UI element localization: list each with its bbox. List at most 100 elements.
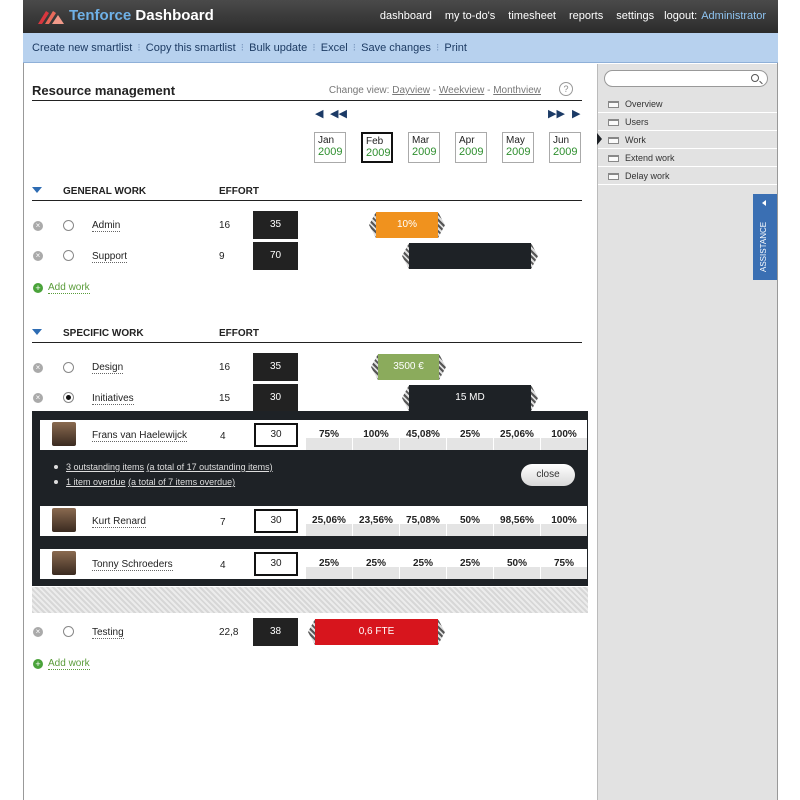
nav-reports[interactable]: reports	[569, 10, 603, 22]
person-row: Frans van Haelewijck 4 30 75% 100% 45,08…	[40, 420, 587, 450]
sidebar-item-delay-work[interactable]: Delay work	[598, 167, 777, 185]
gantt-bar-testing[interactable]: 0,6 FTE	[315, 619, 438, 645]
toolbar-separator: ⁝	[137, 42, 141, 54]
month-percent: 50%	[494, 549, 540, 579]
nav-user[interactable]: Administrator	[701, 10, 766, 22]
remove-icon[interactable]: ×	[33, 221, 43, 231]
row-radio[interactable]	[63, 362, 74, 373]
excel-button[interactable]: Excel	[321, 42, 348, 54]
sidebar-item-label: Overview	[625, 99, 663, 109]
month-feb-selected[interactable]: Feb 2009	[361, 132, 393, 163]
next-month-icon[interactable]: ▶	[572, 107, 580, 120]
work-name-initiatives[interactable]: Initiatives	[92, 393, 134, 405]
person-row: Tonny Schroeders 4 30 25% 25% 25% 25% 50…	[40, 549, 587, 579]
person-name[interactable]: Frans van Haelewijck	[92, 430, 188, 442]
work-name-support[interactable]: Support	[92, 251, 128, 263]
month-percent: 100%	[541, 420, 587, 450]
overdue-items: 1 item overdue (a total of 7 items overd…	[54, 477, 235, 487]
collapse-triangle-icon[interactable]	[32, 187, 42, 193]
outstanding-total: (a total of 17 outstanding items)	[146, 462, 273, 472]
overdue-link[interactable]: 1 item overdue	[66, 477, 126, 487]
gantt-bar-support[interactable]	[409, 243, 531, 269]
nav-timesheet[interactable]: timesheet	[508, 10, 556, 22]
nav-dashboard[interactable]: dashboard	[380, 10, 432, 22]
person-value-input[interactable]: 30	[254, 552, 298, 576]
dayview-link[interactable]: Dayview	[392, 85, 430, 96]
title-divider	[32, 100, 582, 101]
sidebar-item-overview[interactable]: Overview	[598, 95, 777, 113]
page-title: Resource management	[32, 83, 176, 98]
remove-icon[interactable]: ×	[33, 627, 43, 637]
row-effort: 22,8	[219, 627, 239, 638]
month-jun[interactable]: Jun 2009	[549, 132, 581, 163]
bulk-update-button[interactable]: Bulk update	[249, 42, 307, 54]
gantt-bar-admin[interactable]: 10%	[376, 212, 438, 238]
close-button[interactable]: close	[521, 464, 575, 486]
gantt-bar-design[interactable]: 3500 €	[378, 354, 439, 380]
row-radio[interactable]	[63, 220, 74, 231]
monthview-link[interactable]: Monthview	[493, 85, 541, 96]
month-jan[interactable]: Jan 2009	[314, 132, 346, 163]
nav-logout[interactable]: logout:	[664, 10, 697, 22]
sidebar-item-work[interactable]: Work	[598, 131, 777, 149]
row-value[interactable]: 70	[253, 242, 298, 270]
avatar	[52, 551, 76, 575]
person-value-input[interactable]: 30	[254, 509, 298, 533]
nav-my-todos[interactable]: my to-do's	[445, 10, 495, 22]
nav-settings[interactable]: settings	[616, 10, 654, 22]
bullet	[54, 480, 58, 484]
month-mar[interactable]: Mar 2009	[408, 132, 440, 163]
row-value[interactable]: 35	[253, 211, 298, 239]
row-value[interactable]: 38	[253, 618, 298, 646]
search-input[interactable]	[604, 70, 768, 87]
sidebar-item-users[interactable]: Users	[598, 113, 777, 131]
help-icon[interactable]: ?	[559, 82, 573, 96]
copy-smartlist-button[interactable]: Copy this smartlist	[146, 42, 236, 54]
assistance-tab[interactable]: ASSISTANCE	[753, 194, 777, 280]
sidebar-item-extend-work[interactable]: Extend work	[598, 149, 777, 167]
month-apr[interactable]: Apr 2009	[455, 132, 487, 163]
print-button[interactable]: Print	[444, 42, 467, 54]
row-radio-selected[interactable]	[63, 392, 74, 403]
person-effort: 4	[220, 560, 226, 571]
row-radio[interactable]	[63, 250, 74, 261]
remove-icon[interactable]: ×	[33, 393, 43, 403]
book-icon	[608, 119, 619, 126]
gantt-bar-initiatives[interactable]: 15 MD	[409, 385, 531, 411]
work-name-admin[interactable]: Admin	[92, 220, 121, 232]
panel-divider-stripes	[32, 587, 588, 613]
add-work-general[interactable]: + Add work	[33, 282, 90, 294]
prev-month-icon[interactable]: ◀	[315, 107, 323, 120]
top-bar: Tenforce Dashboard dashboard my to-do's …	[23, 0, 778, 33]
collapse-triangle-icon[interactable]	[32, 329, 42, 335]
book-icon	[608, 137, 619, 144]
add-work-specific[interactable]: + Add work	[33, 658, 90, 670]
person-name[interactable]: Kurt Renard	[92, 516, 146, 528]
row-value[interactable]: 30	[253, 384, 298, 412]
search-icon[interactable]	[751, 74, 759, 82]
create-smartlist-button[interactable]: Create new smartlist	[32, 42, 132, 54]
section-title: SPECIFIC WORK	[63, 328, 144, 339]
remove-icon[interactable]: ×	[33, 251, 43, 261]
change-view-label: Change view:	[328, 85, 390, 96]
person-row: Kurt Renard 7 30 25,06% 23,56% 75,08% 50…	[40, 506, 587, 536]
row-radio[interactable]	[63, 626, 74, 637]
remove-icon[interactable]: ×	[33, 363, 43, 373]
month-percent: 25%	[447, 549, 493, 579]
person-value-input[interactable]: 30	[254, 423, 298, 447]
outstanding-link[interactable]: 3 outstanding items	[66, 462, 144, 472]
tenforce-logo-icon	[38, 11, 64, 24]
assistance-label: ASSISTANCE	[759, 221, 768, 272]
section-title: GENERAL WORK	[63, 186, 147, 197]
book-icon	[608, 155, 619, 162]
weekview-link[interactable]: Weekview	[439, 85, 484, 96]
month-may[interactable]: May 2009	[502, 132, 534, 163]
next-fast-icon[interactable]: ▶▶	[548, 107, 565, 120]
row-value[interactable]: 35	[253, 353, 298, 381]
main-content: Resource management Change view: Dayview…	[24, 64, 596, 800]
work-name-testing[interactable]: Testing	[92, 627, 124, 639]
work-name-design[interactable]: Design	[92, 362, 124, 374]
prev-fast-icon[interactable]: ◀◀	[330, 107, 347, 120]
save-changes-button[interactable]: Save changes	[361, 42, 431, 54]
person-name[interactable]: Tonny Schroeders	[92, 559, 173, 571]
